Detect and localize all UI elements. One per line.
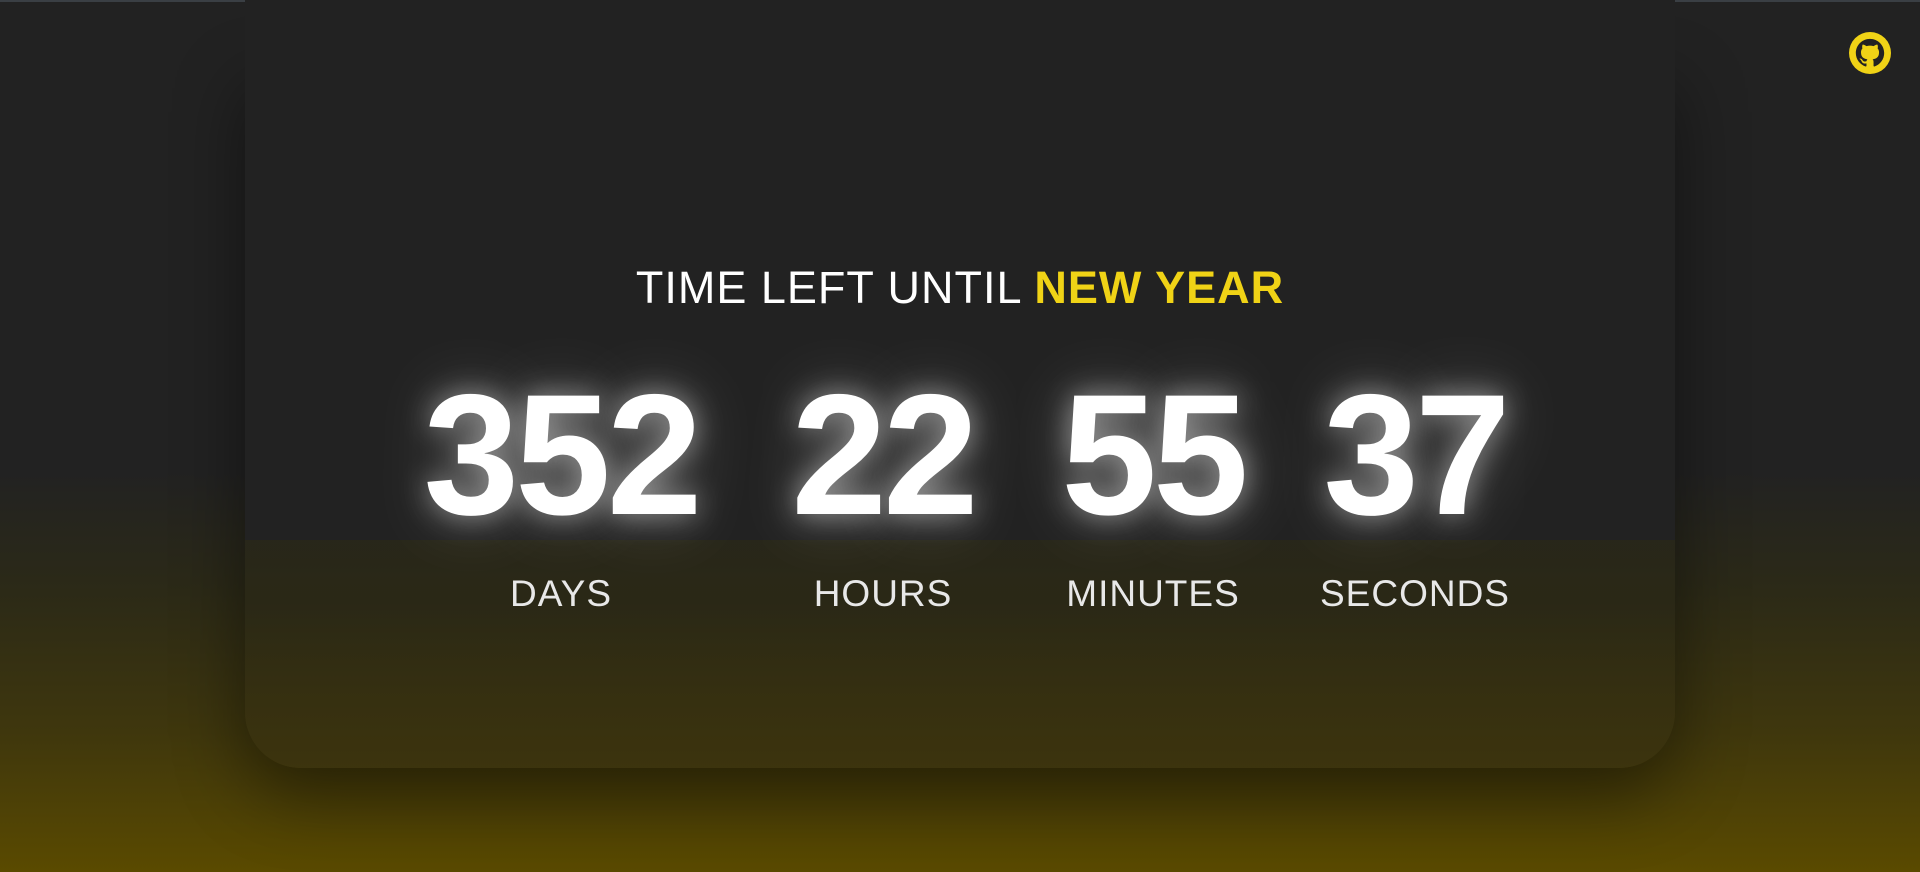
title-accent: NEW YEAR bbox=[1034, 262, 1285, 313]
countdown-hours: 22 HOURS bbox=[760, 360, 1006, 616]
days-label: DAYS bbox=[509, 573, 612, 614]
minutes-value: 55 bbox=[1061, 359, 1248, 551]
seconds-label: SECONDS bbox=[1320, 573, 1510, 614]
hours-value: 22 bbox=[791, 359, 978, 551]
seconds-value: 37 bbox=[1323, 359, 1510, 551]
countdown-seconds: 37 SECONDS bbox=[1300, 360, 1530, 616]
page-title: TIME LEFT UNTIL NEW YEAR bbox=[0, 258, 1920, 318]
countdown-days: 352 DAYS bbox=[400, 360, 722, 616]
github-icon bbox=[1849, 32, 1891, 74]
days-value: 352 bbox=[423, 359, 703, 551]
hours-label: HOURS bbox=[813, 573, 953, 614]
minutes-label: MINUTES bbox=[1066, 573, 1240, 614]
title-lead: TIME LEFT UNTIL bbox=[635, 262, 1021, 313]
github-link[interactable] bbox=[1849, 32, 1891, 74]
countdown-minutes: 55 MINUTES bbox=[1030, 360, 1276, 616]
